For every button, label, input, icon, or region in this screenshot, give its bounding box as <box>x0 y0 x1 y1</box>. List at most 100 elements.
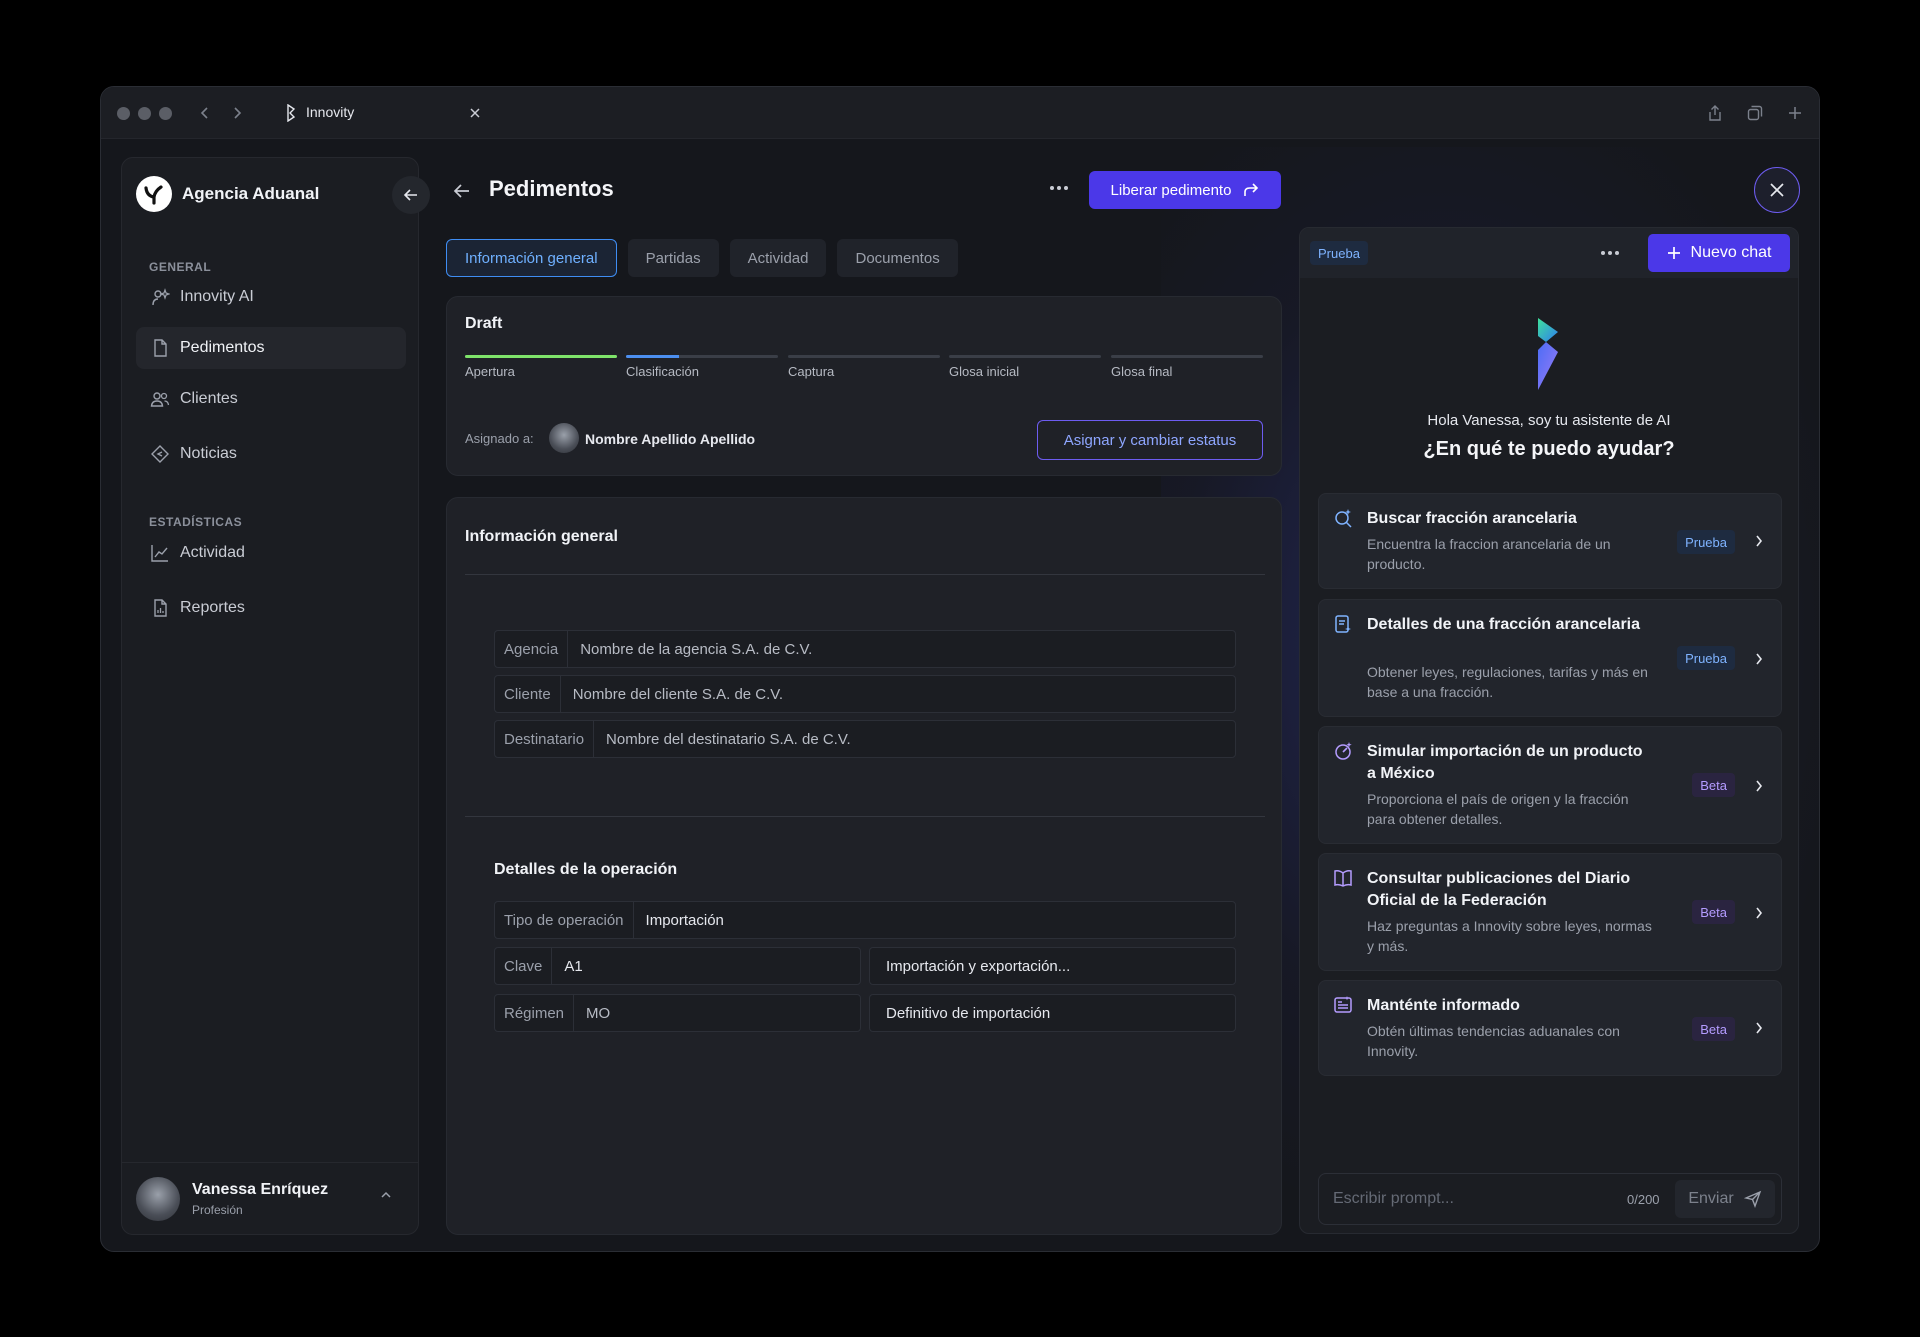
report-icon <box>150 598 170 618</box>
field-label: Agencia <box>495 631 569 667</box>
chevron-right-icon <box>1755 1021 1763 1035</box>
chevron-right-icon <box>1755 906 1763 920</box>
liberar-pedimento-label: Liberar pedimento <box>1110 181 1232 199</box>
status-card: Draft Apertura Clasificación Captura Glo… <box>446 296 1282 476</box>
field-value: Nombre del destinatario S.A. de C.V. <box>606 730 851 748</box>
progress-step: Glosa final <box>1111 355 1263 379</box>
prompt-input[interactable]: Escribir prompt... 0/200 Enviar <box>1318 1173 1782 1225</box>
ai-option-mantente-informado[interactable]: Manténte informado Obtén últimas tendenc… <box>1318 980 1782 1076</box>
ai-option-diario-oficial[interactable]: Consultar publicaciones del Diario Ofici… <box>1318 853 1782 971</box>
user-role: Profesión <box>192 1203 243 1217</box>
ai-option-buscar-fraccion[interactable]: Buscar fracción arancelaria Encuentra la… <box>1318 493 1782 589</box>
sidebar-item-pedimentos[interactable]: Pedimentos <box>136 327 406 369</box>
document-icon <box>150 338 170 358</box>
ai-option-description: Encuentra la fraccion arancelaria de un … <box>1367 536 1611 572</box>
nav-back-icon[interactable] <box>193 101 217 125</box>
field-value: Definitivo de importación <box>886 1004 1051 1022</box>
sidebar-item-innovity-ai[interactable]: Innovity AI <box>136 276 406 318</box>
nuevo-chat-label: Nuevo chat <box>1690 244 1772 261</box>
avatar <box>136 1177 180 1221</box>
step-label: Glosa inicial <box>949 364 1020 379</box>
ai-mode-badge: Prueba <box>1310 241 1368 265</box>
close-tab-icon[interactable] <box>463 101 487 125</box>
page-title: Pedimentos <box>489 176 614 201</box>
more-options-icon[interactable] <box>1049 185 1069 191</box>
ai-option-simular-importacion[interactable]: Simular importación de un producto a Méx… <box>1318 726 1782 844</box>
brand[interactable]: Agencia Aduanal <box>136 176 319 212</box>
nuevo-chat-button[interactable]: Nuevo chat <box>1648 234 1790 272</box>
sidebar-item-noticias[interactable]: Noticias <box>136 433 406 475</box>
window-close-dot[interactable] <box>117 107 130 120</box>
user-name: Vanessa Enríquez <box>192 1181 329 1198</box>
tabs-overview-icon[interactable] <box>1743 101 1767 125</box>
tab-actividad[interactable]: Actividad <box>729 239 827 277</box>
clave-field[interactable]: Clave A1 <box>494 947 861 985</box>
brand-name: Agencia Aduanal <box>182 184 320 203</box>
sidebar-item-label: Innovity AI <box>180 288 254 305</box>
ai-option-title: Manténte informado <box>1367 997 1520 1014</box>
window-zoom-dot[interactable] <box>159 107 172 120</box>
section-label-estadisticas: ESTADÍSTICAS <box>149 515 243 529</box>
progress-step: Apertura <box>465 355 617 379</box>
back-arrow-icon[interactable] <box>453 183 471 199</box>
ai-option-description: Obtén últimas tendencias aduanales con I… <box>1367 1023 1620 1059</box>
progress-step: Glosa inicial <box>949 355 1101 379</box>
ai-option-badge: Beta <box>1692 900 1735 924</box>
liberar-pedimento-button[interactable]: Liberar pedimento <box>1089 171 1281 209</box>
share-icon[interactable] <box>1703 101 1727 125</box>
chevron-right-icon <box>1755 534 1763 548</box>
user-menu[interactable]: Vanessa Enríquez Profesión <box>122 1162 418 1234</box>
cliente-field[interactable]: Cliente Nombre del cliente S.A. de C.V. <box>494 675 1236 713</box>
ai-option-badge: Prueba <box>1677 530 1735 554</box>
nav-forward-icon[interactable] <box>225 101 249 125</box>
collapse-sidebar-button[interactable] <box>392 176 430 214</box>
tab-informacion-general[interactable]: Información general <box>446 239 617 277</box>
tab-documentos[interactable]: Documentos <box>837 239 958 277</box>
sidebar-item-actividad[interactable]: Actividad <box>136 532 406 574</box>
operation-title: Detalles de la operación <box>494 861 678 878</box>
browser-tab-title[interactable]: Innovity <box>306 104 354 120</box>
tab-partidas[interactable]: Partidas <box>627 239 719 277</box>
agencia-field[interactable]: Agencia Nombre de la agencia S.A. de C.V… <box>494 630 1236 668</box>
send-icon <box>1743 1190 1762 1208</box>
chevron-up-icon[interactable] <box>380 1191 392 1199</box>
field-value: Importación <box>645 911 724 929</box>
step-label: Clasificación <box>626 364 699 379</box>
sparkle-user-icon <box>150 287 170 307</box>
ai-option-title: Simular importación de un producto a Méx… <box>1367 743 1643 782</box>
field-label: Destinatario <box>495 721 595 757</box>
regimen-field[interactable]: Régimen MO <box>494 994 861 1032</box>
tipo-operacion-field[interactable]: Tipo de operación Importación <box>494 901 1236 939</box>
window-minimize-dot[interactable] <box>138 107 151 120</box>
send-button[interactable]: Enviar <box>1675 1180 1775 1218</box>
ai-option-badge: Prueba <box>1677 646 1735 670</box>
regimen-description: Definitivo de importación <box>869 994 1236 1032</box>
search-sparkle-icon <box>1333 508 1353 528</box>
sidebar-item-clientes[interactable]: Clientes <box>136 378 406 420</box>
agency-logo-icon <box>136 176 172 212</box>
gauge-icon <box>1333 741 1353 761</box>
field-label: Régimen <box>495 995 575 1031</box>
prompt-placeholder: Escribir prompt... <box>1333 1190 1454 1207</box>
new-tab-icon[interactable] <box>1783 101 1807 125</box>
app-window: Innovity Agencia Aduanal GENERAL Innovit… <box>100 86 1820 1252</box>
ai-option-detalles-fraccion[interactable]: Detalles de una fracción arancelaria Obt… <box>1318 599 1782 717</box>
forward-arrow-icon <box>1243 183 1259 197</box>
news-icon <box>1333 995 1353 1015</box>
ai-more-options-icon[interactable] <box>1600 250 1620 256</box>
section-label-general: GENERAL <box>149 260 212 274</box>
ai-option-description: Obtener leyes, regulaciones, tarifas y m… <box>1367 664 1648 700</box>
line-chart-icon <box>150 543 170 563</box>
sidebar-item-reportes[interactable]: Reportes <box>136 587 406 629</box>
chevron-right-icon <box>1755 652 1763 666</box>
plus-icon <box>1667 246 1681 260</box>
destinatario-field[interactable]: Destinatario Nombre del destinatario S.A… <box>494 720 1236 758</box>
tag-icon <box>150 444 170 464</box>
step-label: Captura <box>788 364 835 379</box>
asignar-cambiar-estatus-button[interactable]: Asignar y cambiar estatus <box>1037 420 1263 460</box>
divider <box>465 816 1265 817</box>
close-ai-panel-button[interactable] <box>1754 167 1800 213</box>
character-counter: 0/200 <box>1627 1192 1660 1207</box>
ai-greeting: Hola Vanessa, soy tu asistente de AI <box>1427 412 1671 429</box>
step-label: Glosa final <box>1111 364 1173 379</box>
